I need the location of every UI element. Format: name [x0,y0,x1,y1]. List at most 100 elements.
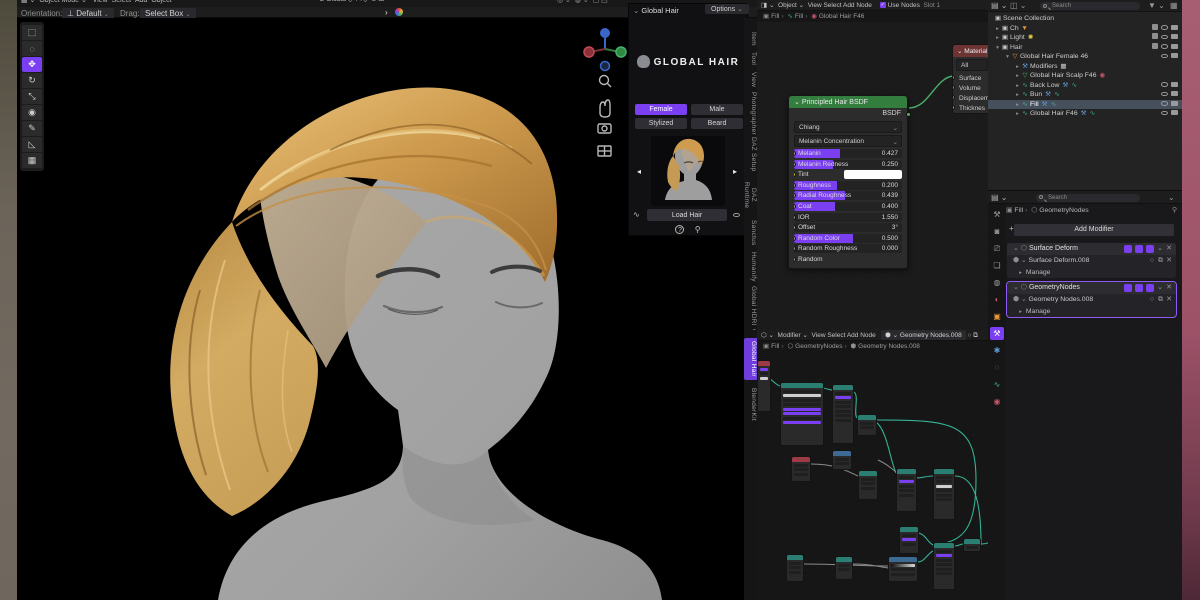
load-hair-button[interactable]: Load Hair [647,209,727,221]
geometry-node-editor[interactable]: ⬡ ⌄ Modifier ⌄ View Select Add Node ⬢ ⌄ … [757,330,988,600]
tint-color-field[interactable]: Tint [794,170,902,179]
eye-icon[interactable] [1161,101,1168,106]
geo-node[interactable] [791,456,811,482]
hair-preview-image[interactable] [651,136,725,206]
render-toggle[interactable] [1146,245,1154,253]
random-input[interactable]: Random [794,255,902,264]
material-output-header[interactable]: ⌄ Material Out [953,45,988,57]
eye-icon[interactable] [1161,54,1168,59]
stylized-button[interactable]: Stylized [635,118,687,129]
geo-node[interactable] [832,384,854,444]
preview-prev-arrow[interactable]: ◂ [637,167,641,176]
random-roughness-slider[interactable]: Random Roughness0.000 [794,244,902,253]
tab-world-icon[interactable]: ◐ [990,293,1004,306]
tab-modifiers-icon[interactable]: ⚒ [990,327,1004,340]
editor-type-dropdown[interactable]: ▤ ⌄ [991,193,1007,202]
eye-icon[interactable] [1161,92,1168,97]
camera-icon[interactable] [1171,82,1178,87]
tab-item[interactable]: Item [744,30,757,48]
rig-person-icon[interactable]: ⚲ [695,225,701,234]
tab-scene-icon[interactable]: ◍ [990,276,1004,289]
scattering-model-dropdown[interactable]: Chiang⌄ [794,121,902,133]
close-icon[interactable]: ✕ [1166,255,1172,267]
tab-viewlayer-icon[interactable]: ❏ [990,259,1004,272]
ior-field[interactable]: IOR1.550 [794,213,902,222]
geo-node[interactable] [888,556,918,582]
tool-select-box[interactable]: ⬚ [22,25,42,40]
outliner-row-back-low[interactable]: ▸∿Back Low ⚒∿ [988,81,1182,91]
pin-icon[interactable]: ⚲ [1172,204,1177,218]
outliner-row-scene-collection[interactable]: ▣Scene Collection [988,14,1182,24]
shield-icon[interactable]: ○ [1150,294,1154,306]
transform-orientation-dropdown[interactable]: ⟀ Global ⌄ ⌒ ⌄ ⊙ ◫ [320,0,384,4]
display-mode-icon[interactable]: ◫ ⌄ [1010,1,1026,10]
geo-node[interactable] [933,468,955,520]
parametrization-dropdown[interactable]: Melanin Concentration⌄ [794,135,902,147]
checkbox-icon[interactable] [1152,24,1158,30]
camera-icon[interactable] [1171,101,1178,106]
realtime-toggle[interactable] [1135,245,1143,253]
close-icon[interactable]: ✕ [1166,294,1172,306]
camera-icon[interactable] [1171,44,1178,49]
close-icon[interactable]: ✕ [1166,282,1172,294]
displacement-input[interactable]: Displacem [953,93,988,103]
eye-icon[interactable] [1161,44,1168,49]
checkbox-icon[interactable] [1152,33,1158,39]
tab-daz-runtime[interactable]: DAZ Runtime [744,174,757,216]
properties-search-input[interactable]: Search [1036,194,1140,202]
outliner-row-ch[interactable]: ▸▣Ch ▼ [988,24,1182,34]
modifier-datablock-row[interactable]: ⬢ ⌄Geometry Nodes.008 ○ ⧉ ✕ [1007,294,1176,306]
outliner-row-fill-selected[interactable]: ▸∿Fill ⚒∿ [988,100,1182,110]
render-toggle[interactable] [1146,284,1154,292]
radial-roughness-slider[interactable]: Radial Roughness0.439 [794,191,902,200]
tab-blenderkit[interactable]: BlenderKit [744,384,757,424]
close-icon[interactable]: ✕ [1166,243,1172,255]
surface-input[interactable]: Surface [953,73,988,83]
offset-field[interactable]: Offset3° [794,223,902,232]
volume-input[interactable]: Volume [953,83,988,93]
material-output-node[interactable]: ⌄ Material Out All Surface Volume Displa… [952,44,988,114]
add-modifier-button[interactable]: Add Modifier [1014,224,1174,236]
camera-icon[interactable] [1171,91,1178,96]
eye-icon[interactable] [1161,35,1168,40]
geo-node[interactable] [757,360,771,412]
geo-node[interactable] [896,468,917,512]
geo-node[interactable] [857,414,877,436]
tab-render-icon[interactable]: ◙ [990,225,1004,238]
filter-dropdown-icon[interactable]: ⌄ [1168,193,1175,202]
camera-icon[interactable] [1171,25,1178,30]
outliner-row-scalp[interactable]: ▸▽Global Hair Scalp F46 ◉ [988,71,1182,81]
geo-node[interactable] [835,556,853,580]
editor-type-dropdown[interactable]: ▤ ⌄ [991,1,1007,10]
tool-measure[interactable]: ◺ [22,137,42,152]
eye-icon[interactable] [733,210,743,219]
thickness-input[interactable]: Thicknes [953,103,988,113]
tab-tool[interactable]: Tool [744,50,757,68]
beard-button[interactable]: Beard [691,118,743,129]
modifier-header[interactable]: ⌄ ⬡Surface Deform ⌄ ✕ [1007,243,1176,255]
outliner-row-light[interactable]: ▸▣Light ✺ [988,33,1182,43]
filter-icon[interactable]: ▼ ⌄ [1148,1,1165,10]
outliner-row-gh-f46[interactable]: ▸∿Global Hair F46 ⚒∿ [988,109,1182,119]
eye-icon[interactable] [1161,25,1168,30]
geo-node[interactable] [858,470,878,500]
geo-node[interactable] [933,542,955,590]
shader-editor[interactable]: ◨ ⌄ Object ⌄ View Select Add Node ✓Use N… [757,0,988,330]
tab-view[interactable]: View [744,70,757,90]
modifier-header[interactable]: ⌄ ⬡GeometryNodes ⌄ ✕ [1007,282,1176,294]
tool-move[interactable]: ✥ [22,57,42,72]
tab-particles-icon[interactable]: ✱ [990,344,1004,357]
tool-cursor[interactable]: ◌ [22,41,42,56]
modifier-datablock-row[interactable]: ⬢ ⌄Surface Deform.008 ○ ⧉ ✕ [1007,255,1176,267]
edit-mode-toggle[interactable] [1124,245,1132,253]
outliner-row-gh-female[interactable]: ▾▽Global Hair Female 46 [988,52,1182,62]
dropdown-caret[interactable]: ⌄ [1157,243,1163,255]
outliner-search-input[interactable]: Search [1040,2,1140,10]
global-hair-panel-header[interactable]: ⌄ Global Hair [633,6,679,15]
menu-strip[interactable]: ▦ ⌄ Object Mode ⌄ View Select Add Object [21,0,172,4]
tool-annotate[interactable]: ✎ [22,121,42,136]
female-button[interactable]: Female [635,104,687,115]
preview-next-arrow[interactable]: ▸ [733,167,737,176]
outliner-row-modifiers[interactable]: ▸⚒Modifiers ▦ [988,62,1182,72]
shield-icon[interactable]: ○ [1150,255,1154,267]
